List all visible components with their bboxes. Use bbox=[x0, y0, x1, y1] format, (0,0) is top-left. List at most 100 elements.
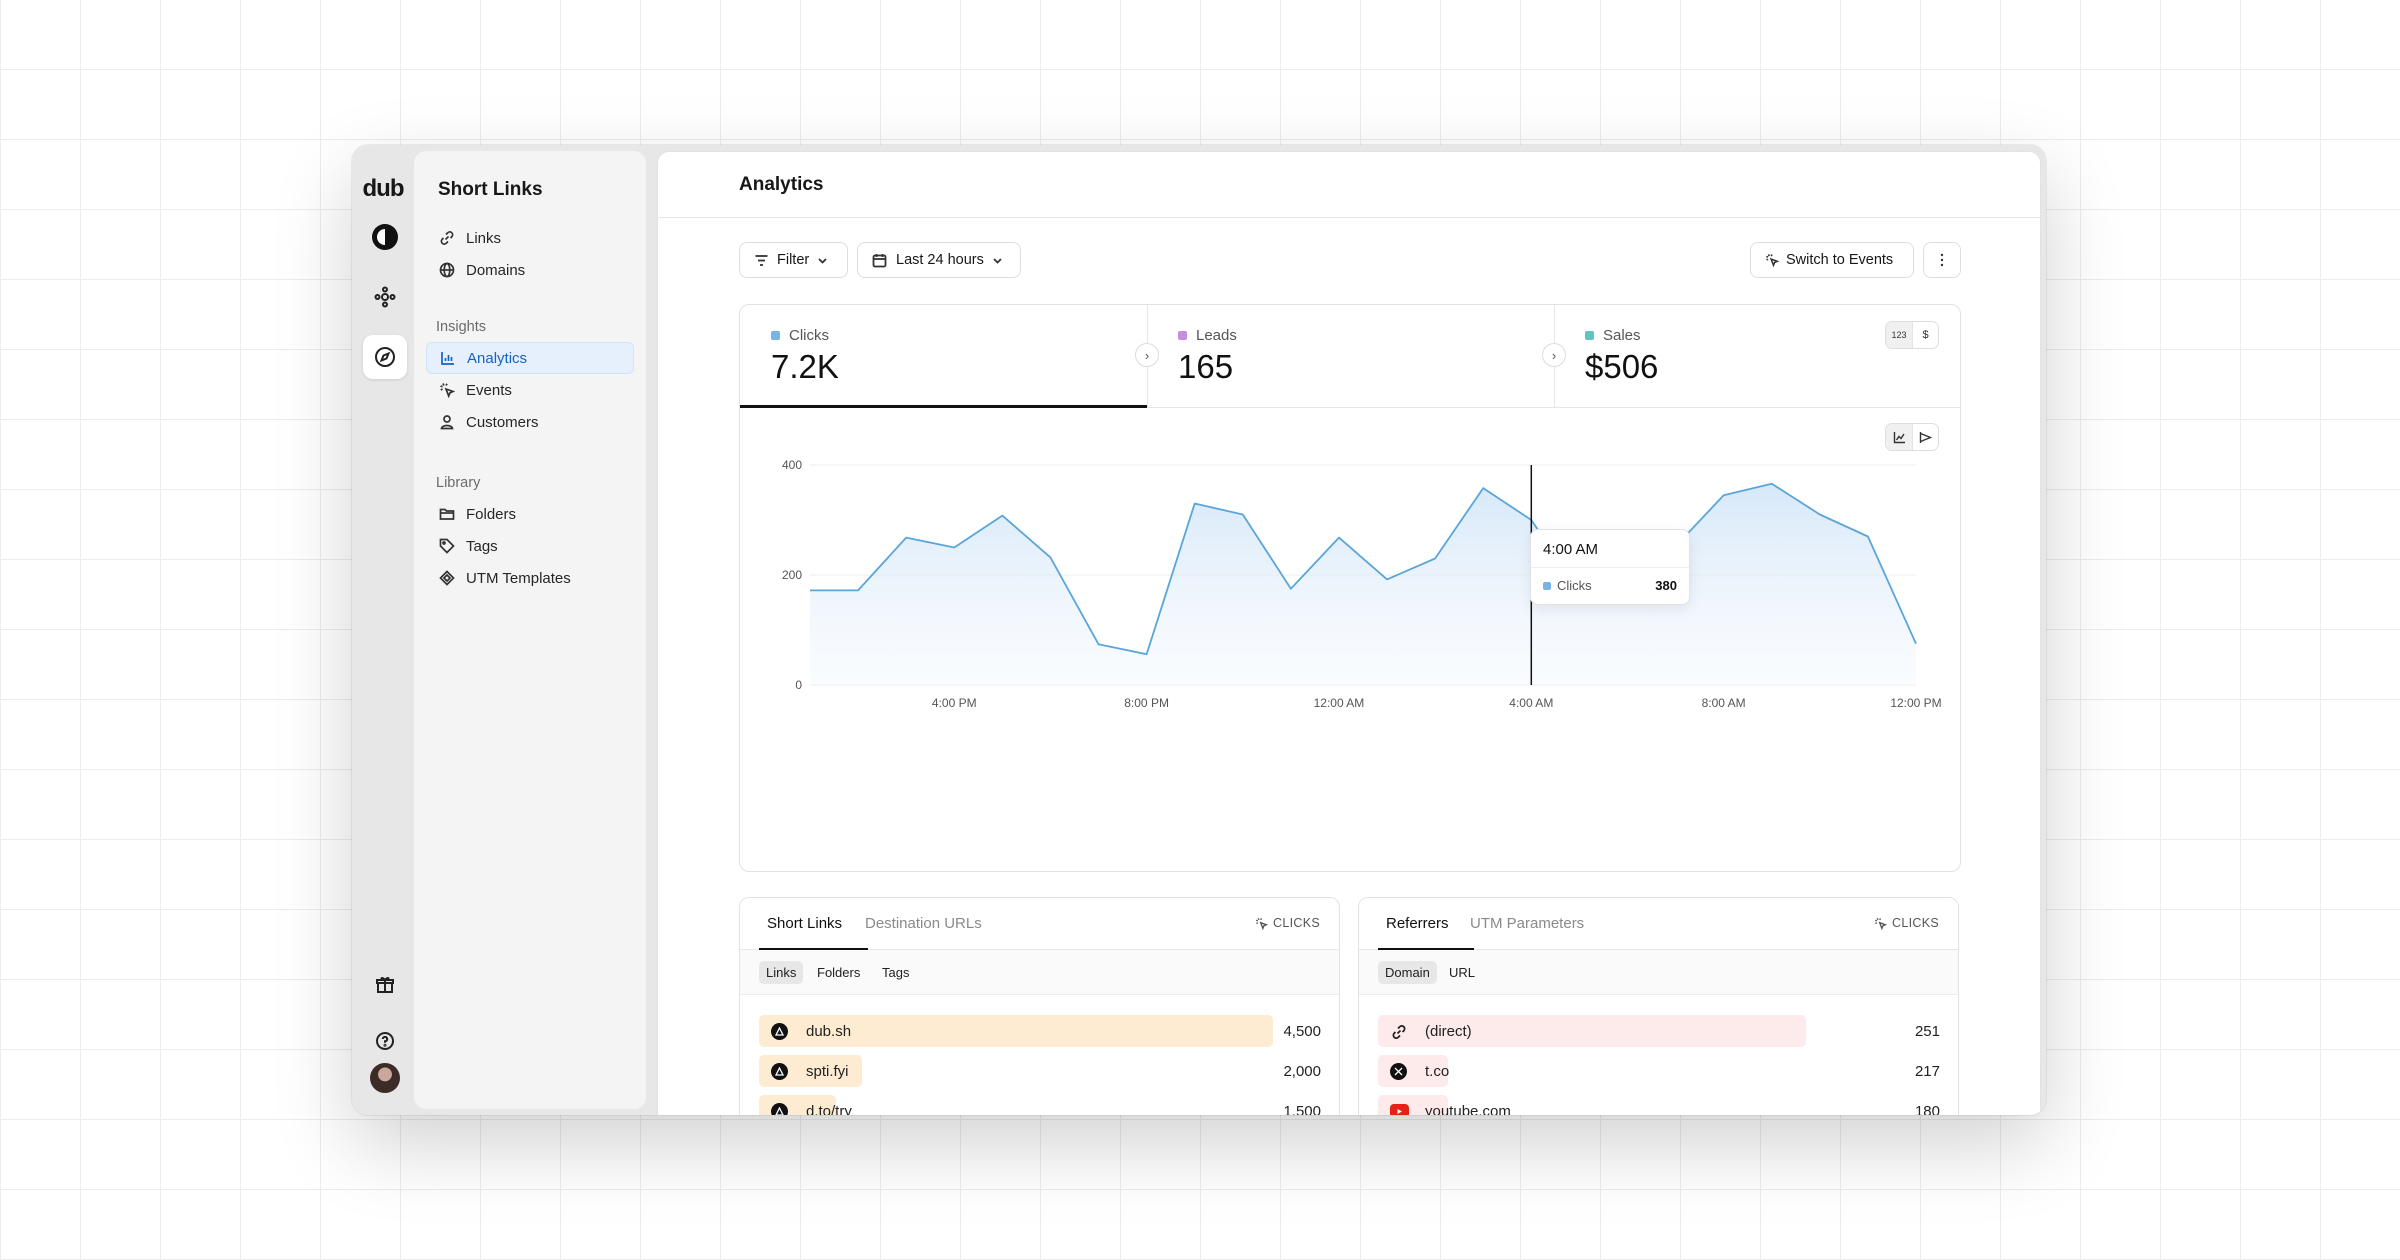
clicks-area-chart[interactable]: 400 200 0 4:00 PM 8:00 PM 12:00 AM 4:00 AM 8:00… bbox=[740, 445, 1960, 855]
help-icon[interactable] bbox=[363, 1019, 407, 1063]
sidebar-title: Short Links bbox=[438, 179, 543, 200]
more-options-button[interactable] bbox=[1923, 242, 1961, 278]
list-item[interactable]: t.co 217 bbox=[1378, 1055, 1940, 1087]
link-icon bbox=[440, 231, 454, 245]
tooltip-label: Clicks bbox=[1557, 578, 1592, 593]
clicks-header-label: CLICKS bbox=[1273, 916, 1320, 930]
row-value: 217 bbox=[1914, 1063, 1940, 1080]
app-window: dub Short Links Links Domains Insights A… bbox=[352, 145, 2046, 1115]
y-tick-label: 400 bbox=[782, 458, 802, 472]
link-icon bbox=[1390, 1023, 1407, 1040]
row-name: youtube.com bbox=[1425, 1103, 1511, 1115]
clicks-header-label: CLICKS bbox=[1892, 916, 1939, 930]
globe-icon bbox=[439, 262, 455, 278]
row-name: spti.fyi bbox=[806, 1063, 849, 1080]
bar-chart-icon bbox=[441, 352, 454, 365]
sidebar-item-label: UTM Templates bbox=[466, 569, 571, 587]
sidebar-item-tags[interactable]: Tags bbox=[426, 530, 634, 562]
currency-toggle[interactable]: $ bbox=[1912, 322, 1938, 348]
analytics-card: Clicks 7.2K Leads 165 Sales $506 › › 123… bbox=[739, 304, 1961, 872]
x-logo-icon bbox=[1390, 1063, 1407, 1080]
sidebar: Short Links Links Domains Insights Analy… bbox=[414, 151, 646, 1109]
metric-leads[interactable]: Leads 165 bbox=[1147, 305, 1554, 407]
subtab-url[interactable]: URL bbox=[1442, 961, 1482, 984]
sidebar-item-utm-templates[interactable]: UTM Templates bbox=[426, 562, 634, 594]
filter-label: Filter bbox=[777, 252, 810, 268]
chevron-down-icon bbox=[818, 257, 827, 264]
switch-to-events-button[interactable]: Switch to Events bbox=[1750, 242, 1914, 278]
list-item[interactable]: d.to/try 1,500 bbox=[759, 1095, 1321, 1115]
metric-label: Leads bbox=[1196, 327, 1237, 344]
tab-destination-urls[interactable]: Destination URLs bbox=[865, 915, 982, 932]
icon-rail: dub bbox=[352, 145, 414, 1115]
sidebar-item-label: Domains bbox=[466, 261, 526, 279]
tooltip-value: 380 bbox=[1655, 578, 1677, 593]
count-toggle[interactable]: 123 bbox=[1886, 322, 1912, 348]
sidebar-item-analytics[interactable]: Analytics bbox=[426, 342, 634, 374]
sidebar-item-links[interactable]: Links bbox=[426, 222, 634, 254]
gift-icon[interactable] bbox=[363, 963, 407, 1007]
cursor-rays-icon bbox=[1874, 917, 1888, 930]
row-value: 1,500 bbox=[1283, 1103, 1321, 1115]
chart-tooltip: 4:00 AM Clicks 380 bbox=[1530, 529, 1690, 605]
filter-icon bbox=[755, 254, 768, 266]
filter-button[interactable]: Filter bbox=[739, 242, 848, 278]
row-value: 2,000 bbox=[1283, 1063, 1321, 1080]
library-section-label: Library bbox=[436, 475, 481, 491]
tab-utm-parameters[interactable]: UTM Parameters bbox=[1470, 915, 1584, 932]
short-links-panel: Short Links Destination URLs CLICKS Link… bbox=[739, 897, 1340, 1115]
calendar-icon bbox=[872, 253, 887, 267]
connections-icon[interactable] bbox=[363, 275, 407, 319]
page-header: Analytics bbox=[658, 152, 2040, 218]
clicks-column-header[interactable]: CLICKS bbox=[1874, 916, 1939, 930]
dub-logo[interactable]: dub bbox=[352, 175, 414, 203]
dub-favicon-icon bbox=[771, 1063, 788, 1080]
dub-favicon-icon bbox=[771, 1023, 788, 1040]
sidebar-item-folders[interactable]: Folders bbox=[426, 498, 634, 530]
y-tick-label: 200 bbox=[782, 568, 802, 582]
subtab-links[interactable]: Links bbox=[759, 961, 804, 984]
row-name: dub.sh bbox=[806, 1023, 852, 1040]
metric-value: $506 bbox=[1585, 348, 1659, 385]
list-item[interactable]: (direct) 251 bbox=[1378, 1015, 1940, 1047]
subtab-tags[interactable]: Tags bbox=[875, 961, 916, 984]
metric-label: Sales bbox=[1603, 327, 1641, 344]
sidebar-item-label: Folders bbox=[466, 505, 517, 523]
avatar[interactable] bbox=[370, 1063, 400, 1093]
subtab-folders[interactable]: Folders bbox=[810, 961, 867, 984]
sales-color-dot bbox=[1585, 331, 1594, 340]
metric-clicks[interactable]: Clicks 7.2K bbox=[740, 305, 1147, 407]
more-vertical-icon bbox=[1940, 253, 1944, 267]
tooltip-time: 4:00 AM bbox=[1543, 541, 1599, 558]
x-tick-label: 8:00 PM bbox=[1124, 696, 1169, 710]
clicks-column-header[interactable]: CLICKS bbox=[1255, 916, 1320, 930]
list-item[interactable]: dub.sh 4,500 bbox=[759, 1015, 1321, 1047]
sidebar-item-domains[interactable]: Domains bbox=[426, 254, 634, 286]
sidebar-item-label: Events bbox=[466, 381, 512, 399]
date-range-label: Last 24 hours bbox=[896, 252, 984, 268]
sales-unit-toggle[interactable]: 123 $ bbox=[1885, 321, 1939, 349]
insights-section-label: Insights bbox=[436, 319, 486, 335]
tab-short-links[interactable]: Short Links bbox=[767, 915, 842, 932]
chevron-right-icon: › bbox=[1542, 343, 1566, 367]
chevron-down-icon bbox=[993, 257, 1002, 264]
metric-label: Clicks bbox=[789, 327, 829, 344]
sidebar-item-label: Tags bbox=[466, 537, 498, 555]
page-title: Analytics bbox=[739, 174, 824, 195]
tooltip-divider bbox=[1531, 567, 1689, 568]
list-item[interactable]: youtube.com 180 bbox=[1378, 1095, 1940, 1115]
dub-circle-icon[interactable] bbox=[363, 215, 407, 259]
row-name: (direct) bbox=[1425, 1023, 1472, 1040]
sidebar-item-label: Links bbox=[466, 229, 502, 247]
sidebar-item-events[interactable]: Events bbox=[426, 374, 634, 406]
list-item[interactable]: spti.fyi 2,000 bbox=[759, 1055, 1321, 1087]
referrers-panel: Referrers UTM Parameters CLICKS Domain U… bbox=[1358, 897, 1959, 1115]
subtab-domain[interactable]: Domain bbox=[1378, 961, 1437, 984]
date-range-button[interactable]: Last 24 hours bbox=[857, 242, 1021, 278]
compass-icon[interactable] bbox=[363, 335, 407, 379]
sidebar-item-customers[interactable]: Customers bbox=[426, 406, 634, 438]
x-tick-label: 4:00 PM bbox=[932, 696, 977, 710]
tab-referrers[interactable]: Referrers bbox=[1386, 915, 1449, 932]
cursor-rays-icon bbox=[1255, 917, 1269, 930]
sidebar-item-label: Customers bbox=[466, 413, 539, 431]
